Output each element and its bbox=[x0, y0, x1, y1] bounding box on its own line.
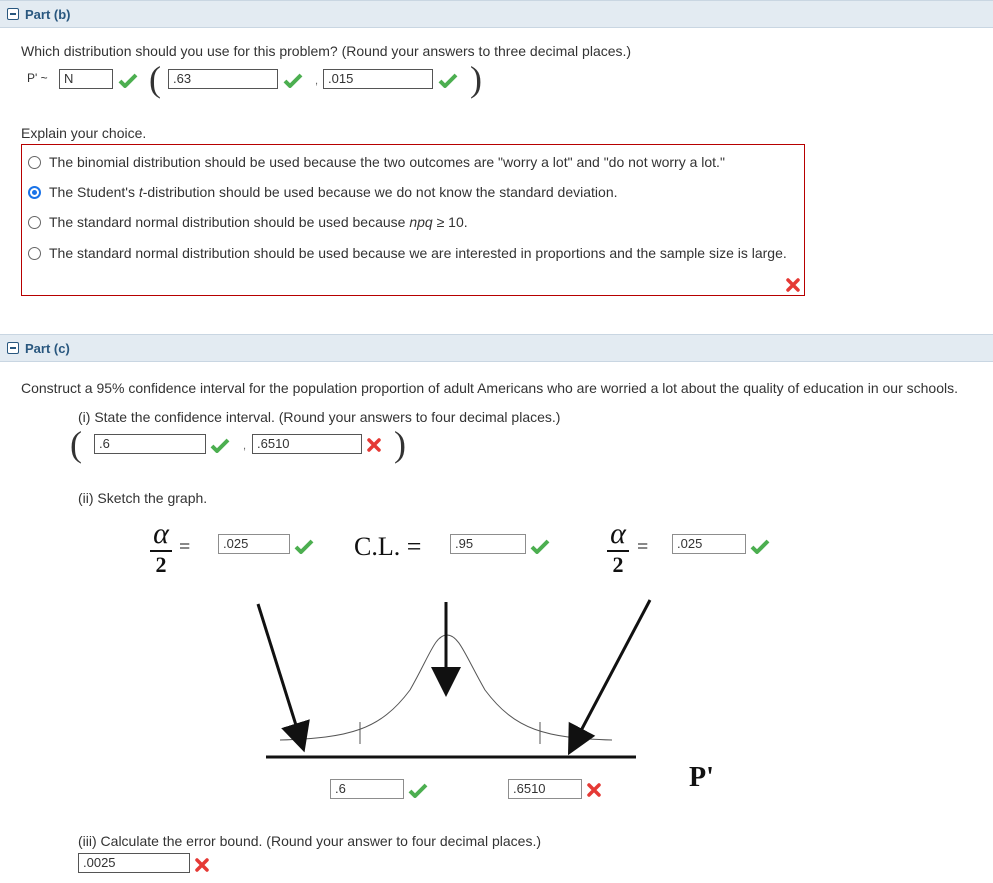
choice-label: The standard normal distribution should … bbox=[49, 245, 787, 261]
right-tail-field[interactable]: .025 bbox=[672, 534, 746, 554]
explain-label: Explain your choice. bbox=[21, 125, 147, 141]
close-paren: ) bbox=[394, 424, 406, 464]
part-c-title: Part (c) bbox=[25, 340, 70, 356]
radio-button[interactable] bbox=[28, 246, 41, 260]
mean-field[interactable]: .63 bbox=[168, 69, 278, 89]
equals-sign: = bbox=[637, 536, 649, 558]
left-arrow bbox=[256, 603, 310, 753]
part-b-question: Which distribution should you use for th… bbox=[21, 43, 632, 59]
open-paren: ( bbox=[70, 424, 82, 464]
check-icon bbox=[283, 73, 303, 88]
check-icon bbox=[408, 783, 428, 798]
comma: , bbox=[243, 440, 247, 452]
choice-label: The standard normal distribution should … bbox=[49, 214, 468, 230]
radio-button-selected[interactable] bbox=[28, 185, 41, 199]
p-prime-label: P' ~ bbox=[27, 71, 48, 85]
collapse-icon[interactable] bbox=[7, 342, 19, 354]
confidence-level-field[interactable]: .95 bbox=[450, 534, 526, 554]
distribution-field[interactable]: N bbox=[59, 69, 113, 89]
part-c-question: Construct a 95% confidence interval for … bbox=[21, 380, 959, 396]
error-bound-field[interactable]: .0025 bbox=[78, 853, 190, 873]
bell-curve-graph bbox=[256, 599, 652, 759]
check-icon bbox=[750, 539, 770, 554]
check-icon bbox=[438, 73, 458, 88]
cross-icon bbox=[587, 783, 601, 797]
ci-upper-field[interactable]: .6510 bbox=[252, 434, 362, 454]
choice-normal-npq[interactable]: The standard normal distribution should … bbox=[28, 214, 468, 230]
choice-label: The Student's t-distribution should be u… bbox=[49, 184, 618, 200]
sub-question-ii: (ii) Sketch the graph. bbox=[78, 490, 208, 506]
radio-button[interactable] bbox=[28, 155, 41, 169]
right-arrow bbox=[567, 599, 652, 756]
collapse-icon[interactable] bbox=[7, 8, 19, 20]
part-b-header[interactable]: Part (b) bbox=[0, 0, 993, 28]
left-tail-field[interactable]: .025 bbox=[218, 534, 290, 554]
ci-lower-field[interactable]: .6 bbox=[94, 434, 206, 454]
check-icon bbox=[530, 539, 550, 554]
radio-button[interactable] bbox=[28, 215, 41, 229]
close-paren: ) bbox=[470, 59, 482, 99]
equals-sign: = bbox=[179, 536, 191, 558]
alpha-over-two-left: α 2 bbox=[150, 519, 172, 576]
comma: , bbox=[315, 75, 319, 87]
check-icon bbox=[118, 73, 138, 88]
choice-list: The binomial distribution should be used… bbox=[21, 144, 805, 296]
part-b-title: Part (b) bbox=[25, 6, 71, 22]
open-paren: ( bbox=[149, 59, 161, 99]
graph-lower-field[interactable]: .6 bbox=[330, 779, 404, 799]
sd-field[interactable]: .015 bbox=[323, 69, 433, 89]
axis-label: P' bbox=[689, 762, 714, 793]
choice-label: The binomial distribution should be used… bbox=[49, 154, 725, 170]
check-icon bbox=[294, 539, 314, 554]
choice-t-distribution[interactable]: The Student's t-distribution should be u… bbox=[28, 184, 618, 200]
alpha-over-two-right: α 2 bbox=[607, 519, 629, 576]
choice-binomial[interactable]: The binomial distribution should be used… bbox=[28, 154, 725, 170]
graph-upper-field[interactable]: .6510 bbox=[508, 779, 582, 799]
sub-question-iii: (iii) Calculate the error bound. (Round … bbox=[78, 833, 541, 849]
cross-icon bbox=[195, 858, 209, 872]
cross-icon bbox=[367, 438, 381, 452]
check-icon bbox=[210, 438, 230, 453]
choice-normal-proportions[interactable]: The standard normal distribution should … bbox=[28, 245, 787, 261]
cross-icon bbox=[786, 278, 800, 292]
sub-question-i: (i) State the confidence interval. (Roun… bbox=[78, 409, 561, 425]
part-c-header[interactable]: Part (c) bbox=[0, 334, 993, 362]
confidence-level-label: C.L. = bbox=[354, 532, 422, 561]
